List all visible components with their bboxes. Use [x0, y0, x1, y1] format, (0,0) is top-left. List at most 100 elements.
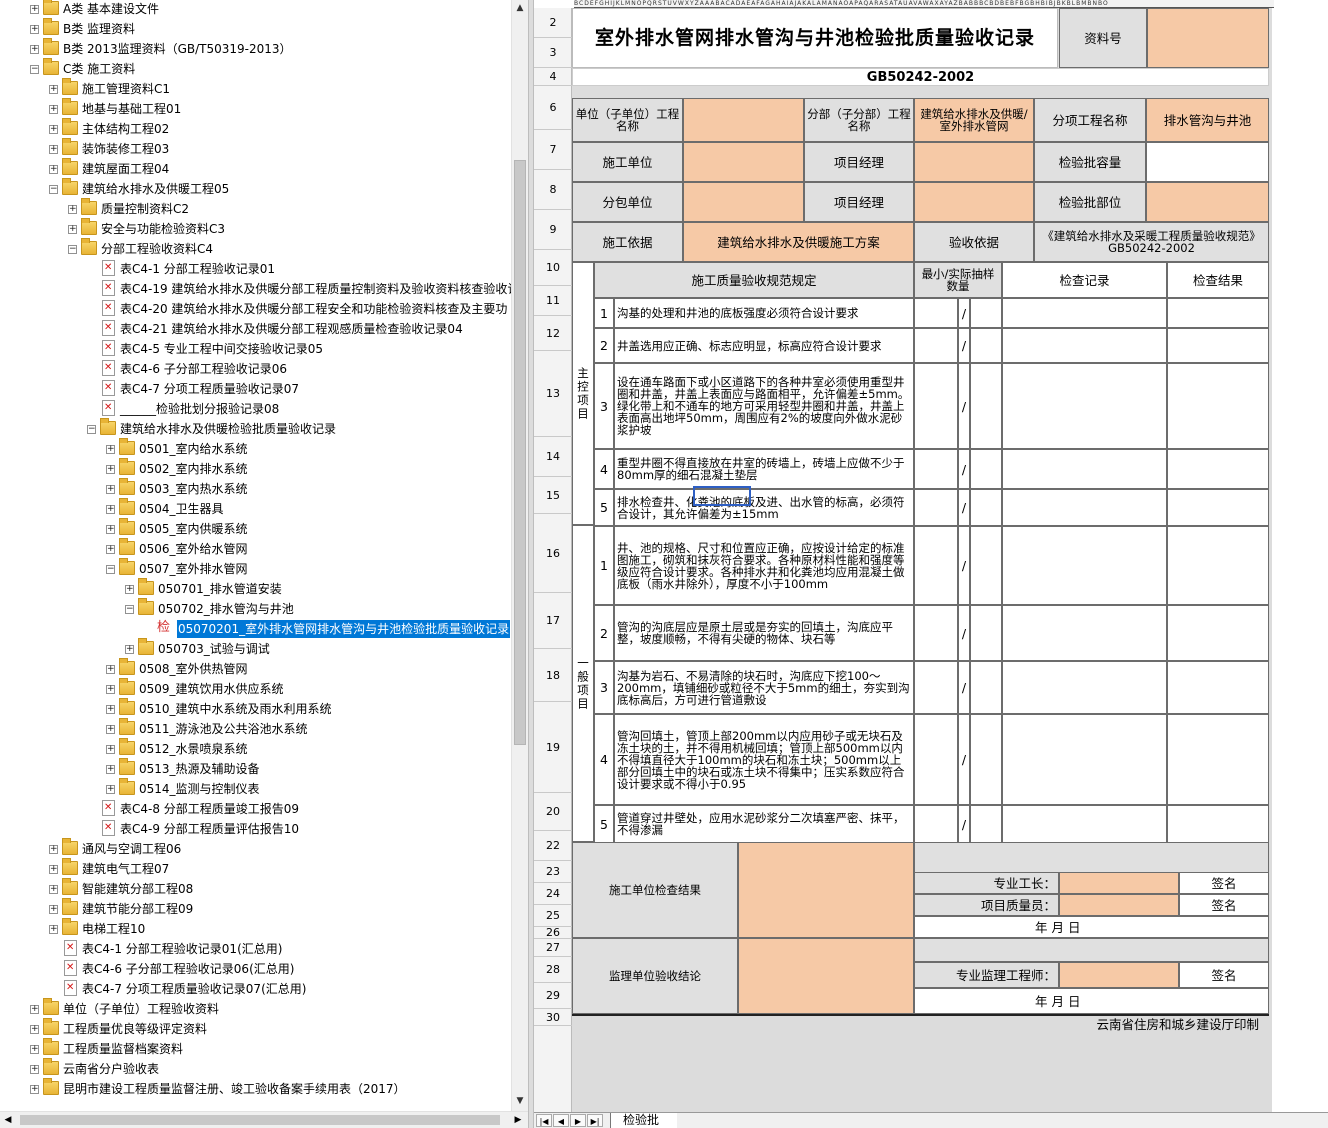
tree-item[interactable]: 表C4-7 分项工程质量验收记录07 — [0, 379, 512, 399]
actual-sample-field[interactable] — [970, 363, 1002, 449]
min-sample-field[interactable] — [914, 661, 958, 714]
check-result-field[interactable] — [1167, 605, 1269, 661]
check-record-field[interactable] — [1002, 489, 1167, 526]
prev-sheet-icon[interactable]: ◀ — [553, 1114, 569, 1127]
tree-item[interactable]: + 智能建筑分部工程08 — [0, 878, 512, 899]
row-number[interactable]: 7 — [534, 130, 572, 170]
tree-item[interactable]: + 工程质量监督档案资料 — [0, 1038, 512, 1059]
row-number[interactable]: 20 — [534, 793, 572, 831]
row-number[interactable]: 19 — [534, 702, 572, 793]
tree-item[interactable]: + 地基与基础工程01 — [0, 98, 512, 119]
contractor-field[interactable] — [683, 142, 804, 182]
tree-item[interactable]: + 施工管理资料C1 — [0, 78, 512, 99]
next-sheet-icon[interactable]: ▶ — [570, 1114, 586, 1127]
row-number[interactable]: 10 — [534, 250, 572, 286]
tree-vertical-scrollbar[interactable]: ▲ ▼ — [511, 0, 528, 1112]
tree-item[interactable]: +0506_室外给水管网 — [0, 538, 512, 559]
expand-icon[interactable]: + — [68, 225, 77, 234]
row-number[interactable]: 28 — [534, 957, 572, 983]
expand-icon[interactable]: + — [49, 885, 58, 894]
check-result-field[interactable] — [1167, 363, 1269, 449]
tree-item[interactable]: + 工程质量优良等级评定资料 — [0, 1018, 512, 1039]
check-result-field[interactable] — [1167, 489, 1269, 526]
expand-icon[interactable]: + — [30, 45, 39, 54]
row-number[interactable]: 22 — [534, 831, 572, 861]
tree-item[interactable]: 表C4-9 分部工程质量评估报告10 — [0, 819, 512, 839]
check-result-field[interactable] — [1167, 661, 1269, 714]
foreman-field[interactable] — [1059, 872, 1179, 894]
row-number[interactable]: 14 — [534, 437, 572, 477]
row-number[interactable]: 6 — [534, 86, 572, 130]
actual-sample-field[interactable] — [970, 449, 1002, 489]
expand-icon[interactable]: + — [49, 845, 58, 854]
collapse-icon[interactable]: − — [30, 65, 39, 74]
tree-item[interactable]: + 质量控制资料C2 — [0, 198, 512, 219]
tree-item[interactable]: 表C4-19 建筑给水排水及供暖分部工程质量控制资料及验收资料核查验收记 — [0, 279, 512, 299]
project-manager2-field[interactable] — [914, 182, 1034, 222]
last-sheet-icon[interactable]: ▶| — [587, 1114, 603, 1127]
row-number[interactable]: 11 — [534, 286, 572, 316]
expand-icon[interactable]: + — [106, 445, 115, 454]
min-sample-field[interactable] — [914, 328, 958, 363]
min-sample-field[interactable] — [914, 363, 958, 449]
unit-field[interactable] — [683, 98, 804, 142]
check-result-field[interactable] — [1167, 449, 1269, 489]
check-record-field[interactable] — [1002, 298, 1167, 328]
expand-icon[interactable]: + — [106, 745, 115, 754]
expand-icon[interactable]: + — [30, 1045, 39, 1054]
doc-no-field[interactable] — [1147, 8, 1269, 68]
row-number[interactable]: 3 — [534, 38, 572, 68]
file-tree[interactable]: + A类 基本建设文件 + B类 监理资料 + B类 2013监理资料（GB/T50319… — [0, 0, 512, 1112]
contractor-result-field[interactable] — [738, 842, 914, 938]
tree-item[interactable]: +0501_室内给水系统 — [0, 438, 512, 459]
row-number[interactable]: 2 — [534, 8, 572, 38]
tree-item[interactable]: +0508_室外供热管网 — [0, 658, 512, 679]
batch-capacity-field[interactable] — [1146, 142, 1269, 182]
actual-sample-field[interactable] — [970, 605, 1002, 661]
collapse-icon[interactable]: − — [49, 185, 58, 194]
tree-item[interactable]: +0514_监测与控制仪表 — [0, 778, 512, 799]
tree-item[interactable]: + B类 2013监理资料（GB/T50319-2013） — [0, 38, 512, 59]
expand-icon[interactable]: + — [49, 125, 58, 134]
check-record-field[interactable] — [1002, 714, 1167, 805]
row-number[interactable]: 16 — [534, 514, 572, 593]
min-sample-field[interactable] — [914, 526, 958, 605]
tree-item[interactable]: + 装饰装修工程03 — [0, 138, 512, 159]
item-field[interactable]: 排水管沟与井池 — [1146, 98, 1269, 142]
tree-item[interactable]: + 昆明市建设工程质量监督注册、竣工验收备案手续用表（2017） — [0, 1078, 512, 1099]
expand-icon[interactable]: + — [106, 545, 115, 554]
scroll-up-icon[interactable]: ▲ — [512, 0, 528, 17]
tree-item[interactable]: − 分部工程验收资料C4 — [0, 238, 512, 259]
expand-icon[interactable]: + — [49, 925, 58, 934]
basis-field[interactable]: 建筑给水排水及供暖施工方案 — [683, 222, 914, 262]
actual-sample-field[interactable] — [970, 661, 1002, 714]
tree-item[interactable]: 表C4-20 建筑给水排水及供暖分部工程安全和功能检验资料核查及主要功 — [0, 299, 512, 319]
check-record-field[interactable] — [1002, 363, 1167, 449]
batch-location-field[interactable] — [1146, 182, 1269, 222]
scroll-left-icon[interactable]: ◀ — [0, 1112, 16, 1128]
row-number[interactable]: 4 — [534, 68, 572, 86]
row-number[interactable]: 23 — [534, 861, 572, 883]
tree-item[interactable]: +0510_建筑中水系统及雨水利用系统 — [0, 698, 512, 719]
actual-sample-field[interactable] — [970, 298, 1002, 328]
tree-item[interactable]: +0505_室内供暖系统 — [0, 518, 512, 539]
expand-icon[interactable]: + — [106, 685, 115, 694]
tree-item[interactable]: − 0507_室外排水管网 — [0, 558, 512, 579]
first-sheet-icon[interactable]: |◀ — [536, 1114, 552, 1127]
tree-item[interactable]: − 建筑给水排水及供暖工程05 — [0, 178, 512, 199]
expand-icon[interactable]: + — [49, 105, 58, 114]
tree-item[interactable]: 表C4-8 分部工程质量竣工报告09 — [0, 799, 512, 819]
min-sample-field[interactable] — [914, 449, 958, 489]
expand-icon[interactable]: + — [30, 1025, 39, 1034]
expand-icon[interactable]: + — [30, 25, 39, 34]
expand-icon[interactable]: + — [106, 465, 115, 474]
expand-icon[interactable]: + — [106, 525, 115, 534]
expand-icon[interactable]: + — [106, 485, 115, 494]
row-number[interactable]: 26 — [534, 926, 572, 939]
min-sample-field[interactable] — [914, 714, 958, 805]
check-record-field[interactable] — [1002, 605, 1167, 661]
tree-item[interactable]: − C类 施工资料 — [0, 58, 512, 79]
tree-item[interactable]: + 建筑节能分部工程09 — [0, 898, 512, 919]
expand-icon[interactable]: + — [30, 5, 39, 14]
tree-item[interactable]: + 电梯工程10 — [0, 918, 512, 939]
